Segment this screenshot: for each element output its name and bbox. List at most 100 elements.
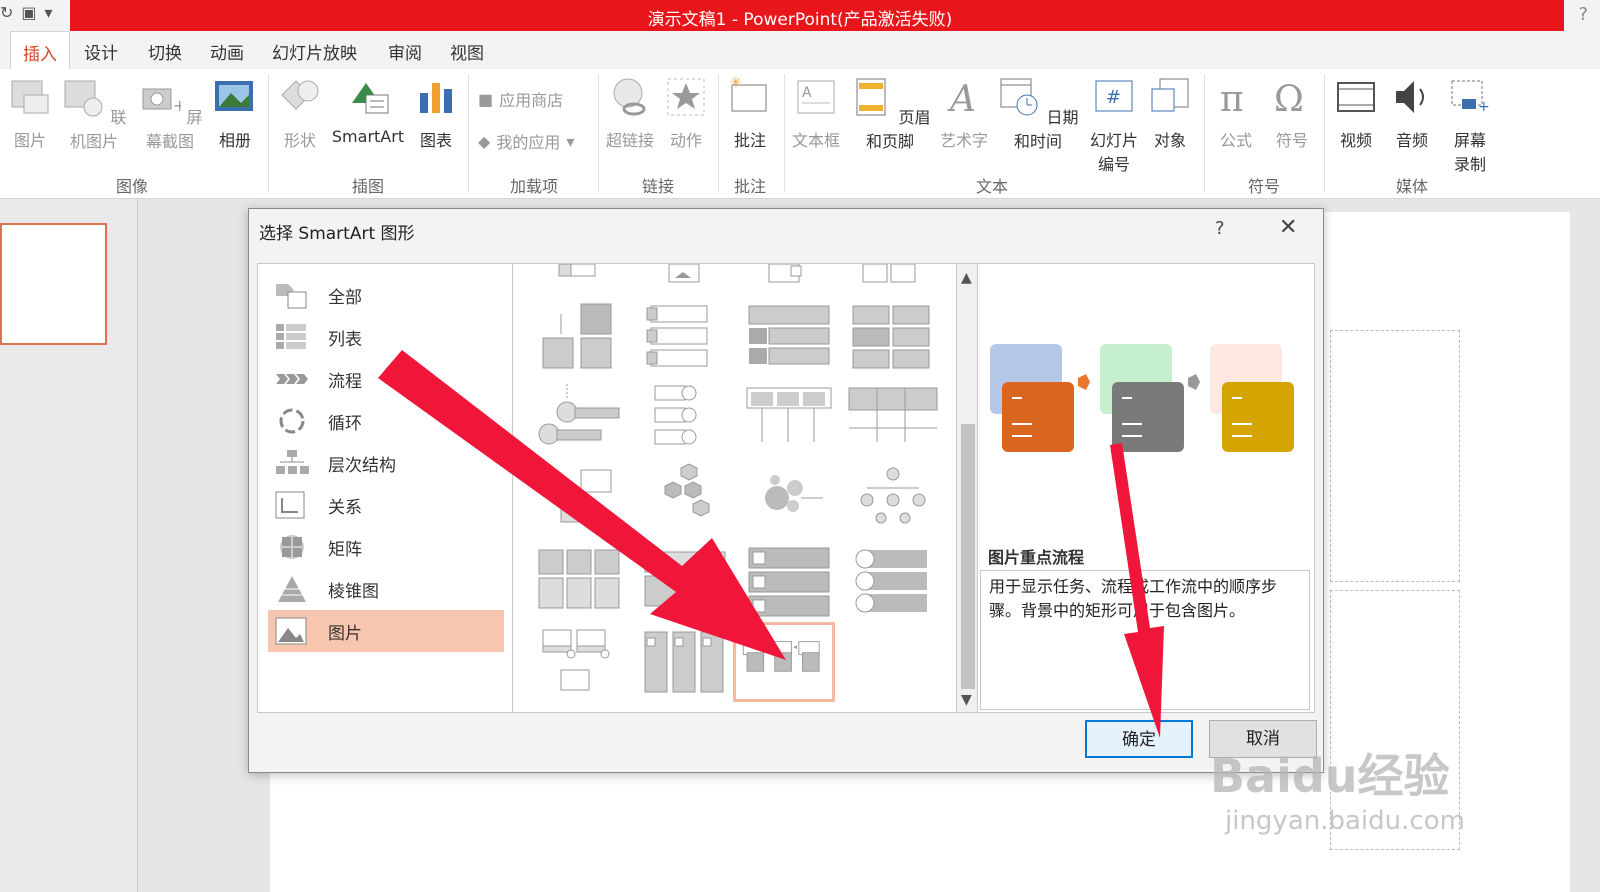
my-apps-icon: ◆	[478, 131, 491, 151]
hyperlink-button[interactable]: 超链接	[604, 75, 656, 151]
tab-design[interactable]: 设计	[84, 39, 118, 64]
layout-thumbnail[interactable]	[635, 298, 735, 378]
layout-thumbnail[interactable]	[635, 378, 735, 458]
textbox-icon: A	[797, 80, 835, 114]
wordart-button[interactable]: A 艺术字	[938, 75, 990, 151]
calendar-clock-icon	[1000, 78, 1038, 116]
layout-thumbnail[interactable]	[739, 378, 839, 458]
layout-thumbnail[interactable]	[531, 542, 631, 622]
layout-thumbnail[interactable]	[531, 378, 631, 458]
layout-thumbnail[interactable]	[843, 378, 943, 458]
category-picture[interactable]: 图片	[268, 610, 504, 652]
album-button[interactable]: 相册	[212, 75, 258, 151]
dialog-title: 选择 SmartArt 图形	[259, 224, 415, 244]
header-footer-icon	[856, 78, 886, 116]
pictures-button[interactable]: 图片	[8, 75, 52, 151]
comment-icon: ✳	[730, 75, 767, 112]
layout-thumbnail[interactable]	[635, 622, 735, 702]
list-icon	[276, 324, 306, 349]
screen-recording-button[interactable]: + 屏幕 录制	[1446, 75, 1494, 175]
pi-icon: π	[1220, 79, 1244, 120]
layout-thumbnail[interactable]	[739, 542, 839, 622]
online-picture-icon	[64, 80, 103, 117]
window-title: 演示文稿1 - PowerPoint(产品激活失败)	[647, 10, 953, 30]
scrollbar-thumb[interactable]	[961, 424, 975, 689]
layout-thumbnail[interactable]	[843, 542, 943, 622]
ok-button[interactable]: 确定	[1085, 720, 1193, 758]
scroll-down-icon[interactable]: ▼	[961, 692, 972, 708]
preview-layout-name: 图片重点流程	[988, 548, 1085, 567]
video-button[interactable]: 视频	[1334, 75, 1378, 151]
object-icon	[1151, 78, 1189, 112]
group-label-images: 图像	[115, 177, 148, 196]
screenshot-button[interactable]: + 屏幕截图	[134, 75, 206, 152]
dialog-help-button[interactable]: ?	[1215, 218, 1225, 239]
category-cycle[interactable]: 循环	[268, 400, 504, 442]
store-icon: ■	[478, 89, 494, 109]
tab-animations[interactable]: 动画	[210, 39, 244, 64]
group-separator	[468, 74, 469, 192]
shapes-button[interactable]: 形状	[278, 75, 322, 151]
layout-thumbnail[interactable]	[843, 298, 943, 378]
layout-thumbnail[interactable]	[531, 622, 631, 702]
gallery-scrollbar[interactable]: ▲ ▼	[957, 263, 979, 713]
layout-thumbnail[interactable]	[531, 460, 631, 540]
header-footer-button[interactable]: 页眉和页脚	[846, 75, 934, 152]
category-list-type[interactable]: 列表	[268, 316, 504, 358]
layout-thumbnail[interactable]	[635, 460, 735, 540]
group-separator	[268, 74, 269, 192]
chart-icon	[420, 83, 452, 113]
layout-thumbnail[interactable]	[635, 542, 735, 622]
svg-text:✳: ✳	[730, 75, 742, 91]
layout-thumbnail[interactable]	[843, 460, 943, 540]
tab-insert[interactable]: 插入	[10, 31, 70, 69]
textbox-button[interactable]: A 文本框	[790, 75, 842, 151]
tab-transitions[interactable]: 切换	[148, 39, 182, 64]
layout-thumbnail[interactable]	[739, 460, 839, 540]
comment-button[interactable]: ✳ 批注	[728, 75, 772, 151]
equation-button[interactable]: π 公式	[1214, 75, 1258, 151]
layout-thumbnail[interactable]	[531, 298, 631, 378]
dialog-close-button[interactable]: ✕	[1279, 215, 1297, 240]
group-label-addins: 加载项	[509, 177, 558, 196]
layout-thumbnail[interactable]	[739, 298, 839, 378]
slide-placeholder[interactable]	[1330, 330, 1460, 582]
datetime-button[interactable]: 日期和时间	[994, 75, 1082, 152]
tab-review[interactable]: 审阅	[388, 39, 422, 64]
store-button[interactable]: ■ 应用商店	[478, 87, 563, 111]
tab-slideshow[interactable]: 幻灯片放映	[272, 39, 357, 64]
category-hierarchy[interactable]: 层次结构	[268, 442, 504, 484]
svg-text:π: π	[1220, 79, 1244, 119]
object-button[interactable]: 对象	[1148, 75, 1192, 151]
group-separator	[718, 74, 719, 192]
group-label-media: 媒体	[1395, 177, 1428, 196]
audio-button[interactable]: 音频	[1390, 75, 1434, 151]
scroll-up-icon[interactable]: ▲	[961, 270, 972, 286]
speaker-icon	[1396, 81, 1424, 113]
star-icon	[667, 78, 705, 116]
film-icon	[1337, 82, 1375, 112]
watermark: Baidu经验	[1210, 749, 1450, 803]
category-matrix[interactable]: 矩阵	[268, 526, 504, 568]
svg-text:A: A	[802, 85, 812, 101]
watermark-url: jingyan.baidu.com	[1225, 806, 1465, 836]
online-pictures-button[interactable]: 联机图片	[58, 75, 130, 152]
action-button[interactable]: 动作	[664, 75, 708, 151]
category-relationship[interactable]: 关系	[268, 484, 504, 526]
layout-thumbnail-selected[interactable]	[733, 622, 835, 702]
group-label-illustrations: 插图	[351, 177, 384, 196]
slide-thumbnail[interactable]	[0, 223, 107, 345]
group-separator	[1324, 74, 1325, 192]
smartart-button[interactable]: SmartArt	[328, 75, 408, 146]
help-icon[interactable]: ?	[1578, 4, 1588, 25]
symbol-button[interactable]: Ω 符号	[1270, 75, 1314, 151]
tab-view[interactable]: 视图	[450, 39, 484, 64]
category-pyramid[interactable]: 棱锥图	[268, 568, 504, 610]
slide-number-button[interactable]: # 幻灯片 编号	[1086, 75, 1142, 175]
hierarchy-icon	[276, 450, 309, 474]
category-all[interactable]: 全部	[268, 274, 504, 316]
chart-button[interactable]: 图表	[414, 75, 458, 151]
category-process[interactable]: 流程	[268, 358, 504, 400]
my-apps-button[interactable]: ◆ 我的应用 ▾	[478, 129, 574, 153]
svg-text:+: +	[1478, 99, 1490, 115]
